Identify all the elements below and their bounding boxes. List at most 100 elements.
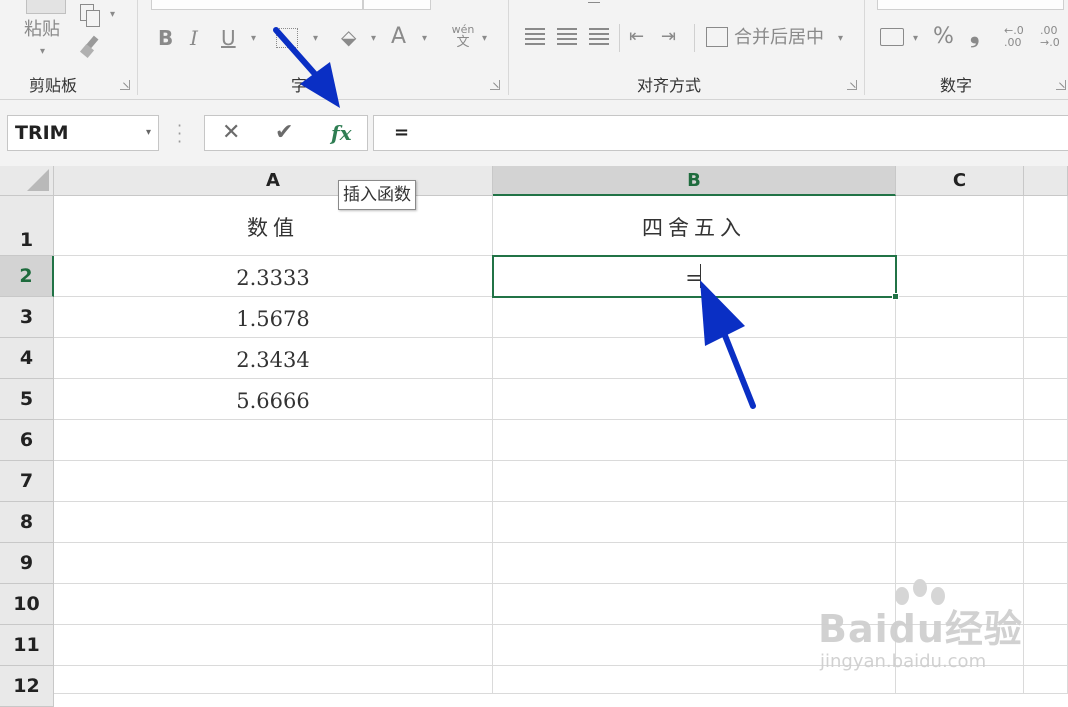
row-header-3[interactable]: 3 xyxy=(0,297,54,338)
phonetic-dropdown-icon[interactable]: ▾ xyxy=(482,33,487,44)
column-header-d[interactable] xyxy=(1024,166,1068,196)
cell-a8[interactable] xyxy=(54,502,493,543)
decrease-indent-icon[interactable]: ⇤ xyxy=(629,25,644,49)
merge-center-button[interactable]: 合并后居中 xyxy=(734,26,824,50)
font-dialog-launcher[interactable] xyxy=(490,80,500,90)
cell-b6[interactable] xyxy=(493,420,896,461)
paste-button[interactable]: 粘贴 xyxy=(24,18,60,42)
cell-d4[interactable] xyxy=(1024,338,1068,379)
cell-d2[interactable] xyxy=(1024,256,1068,297)
alignment-dialog-launcher[interactable] xyxy=(847,80,857,90)
cell-c3[interactable] xyxy=(896,297,1024,338)
cell-b3[interactable] xyxy=(493,297,896,338)
decrease-decimal-button[interactable]: .00 →.0 xyxy=(1040,25,1060,49)
cell-a1[interactable]: 数值 xyxy=(54,196,493,256)
cell-b4[interactable] xyxy=(493,338,896,379)
copy-icon[interactable] xyxy=(80,4,102,28)
cell-a9[interactable] xyxy=(54,543,493,584)
fill-color-icon[interactable]: ⬙ xyxy=(341,25,356,49)
cell-a10[interactable] xyxy=(54,584,493,625)
font-name-box[interactable] xyxy=(151,0,363,10)
cell-d5[interactable] xyxy=(1024,379,1068,420)
font-size-box[interactable] xyxy=(363,0,431,10)
cell-b1[interactable]: 四舍五入 xyxy=(493,196,896,256)
cell-a12[interactable] xyxy=(54,666,493,694)
column-header-a[interactable]: A xyxy=(54,166,493,196)
row-header-11[interactable]: 11 xyxy=(0,625,54,666)
cell-c7[interactable] xyxy=(896,461,1024,502)
cell-c9[interactable] xyxy=(896,543,1024,584)
underline-button[interactable]: U xyxy=(221,26,236,50)
cell-a5[interactable]: 5.6666 xyxy=(54,379,493,420)
cell-c4[interactable] xyxy=(896,338,1024,379)
enter-button[interactable]: ✔ xyxy=(275,116,293,150)
cell-c2[interactable] xyxy=(896,256,1024,297)
align-center-icon[interactable] xyxy=(557,28,577,48)
cell-d12[interactable] xyxy=(1024,666,1068,694)
italic-button[interactable]: I xyxy=(190,26,198,50)
cell-a11[interactable] xyxy=(54,625,493,666)
insert-function-button[interactable]: fx xyxy=(331,116,352,150)
row-header-12[interactable]: 12 xyxy=(0,666,54,707)
border-dropdown-icon[interactable]: ▾ xyxy=(313,33,318,44)
cell-b9[interactable] xyxy=(493,543,896,584)
number-dialog-launcher[interactable] xyxy=(1056,80,1066,90)
fill-handle[interactable] xyxy=(892,293,899,300)
comma-style-button[interactable]: ❟ xyxy=(970,22,979,46)
cancel-button[interactable]: ✕ xyxy=(222,116,240,150)
percent-style-button[interactable]: % xyxy=(933,25,954,49)
cell-d3[interactable] xyxy=(1024,297,1068,338)
cell-d7[interactable] xyxy=(1024,461,1068,502)
paste-icon[interactable] xyxy=(26,0,66,14)
name-box[interactable]: TRIM ▾ xyxy=(7,115,159,151)
align-right-icon[interactable] xyxy=(589,28,609,48)
row-header-8[interactable]: 8 xyxy=(0,502,54,543)
format-painter-icon[interactable] xyxy=(79,35,102,59)
row-header-5[interactable]: 5 xyxy=(0,379,54,420)
row-header-2[interactable]: 2 xyxy=(0,256,54,297)
cell-d9[interactable] xyxy=(1024,543,1068,584)
cell-c5[interactable] xyxy=(896,379,1024,420)
clipboard-dialog-launcher[interactable] xyxy=(120,80,130,90)
cell-c8[interactable] xyxy=(896,502,1024,543)
row-header-1[interactable]: 1 xyxy=(0,196,54,256)
row-header-9[interactable]: 9 xyxy=(0,543,54,584)
number-format-box[interactable] xyxy=(877,0,1064,10)
copy-dropdown-icon[interactable]: ▾ xyxy=(110,9,115,20)
cell-b7[interactable] xyxy=(493,461,896,502)
cell-d1[interactable] xyxy=(1024,196,1068,256)
cell-a2[interactable]: 2.3333 xyxy=(54,256,493,297)
name-box-dropdown-icon[interactable]: ▾ xyxy=(146,116,151,150)
underline-dropdown-icon[interactable]: ▾ xyxy=(251,33,256,44)
cell-d11[interactable] xyxy=(1024,625,1068,666)
column-header-c[interactable]: C xyxy=(896,166,1024,196)
row-header-7[interactable]: 7 xyxy=(0,461,54,502)
increase-indent-icon[interactable]: ⇥ xyxy=(661,25,676,49)
paste-dropdown-icon[interactable]: ▾ xyxy=(40,46,45,57)
font-color-dropdown-icon[interactable]: ▾ xyxy=(422,33,427,44)
border-icon[interactable] xyxy=(276,28,298,48)
cell-d10[interactable] xyxy=(1024,584,1068,625)
cell-c1[interactable] xyxy=(896,196,1024,256)
phonetic-guide-button[interactable]: wén 文 xyxy=(450,24,476,50)
row-header-6[interactable]: 6 xyxy=(0,420,54,461)
merge-center-dropdown-icon[interactable]: ▾ xyxy=(838,33,843,44)
accounting-dropdown-icon[interactable]: ▾ xyxy=(913,33,918,44)
cell-c6[interactable] xyxy=(896,420,1024,461)
column-header-b[interactable]: B xyxy=(493,166,896,196)
font-color-button[interactable]: A xyxy=(391,25,406,49)
cell-b5[interactable] xyxy=(493,379,896,420)
row-header-10[interactable]: 10 xyxy=(0,584,54,625)
formula-bar-resize-handle[interactable]: · · · xyxy=(177,118,182,150)
align-left-icon[interactable] xyxy=(525,28,545,48)
bold-button[interactable]: B xyxy=(158,26,173,50)
merge-center-icon[interactable] xyxy=(706,27,728,47)
row-header-4[interactable]: 4 xyxy=(0,338,54,379)
cell-a4[interactable]: 2.3434 xyxy=(54,338,493,379)
cell-d8[interactable] xyxy=(1024,502,1068,543)
accounting-format-icon[interactable] xyxy=(880,28,904,46)
increase-decimal-button[interactable]: ←.0 .00 xyxy=(1004,25,1024,49)
select-all-button[interactable] xyxy=(0,166,54,196)
cell-a7[interactable] xyxy=(54,461,493,502)
top-align-icon[interactable] xyxy=(588,0,600,3)
